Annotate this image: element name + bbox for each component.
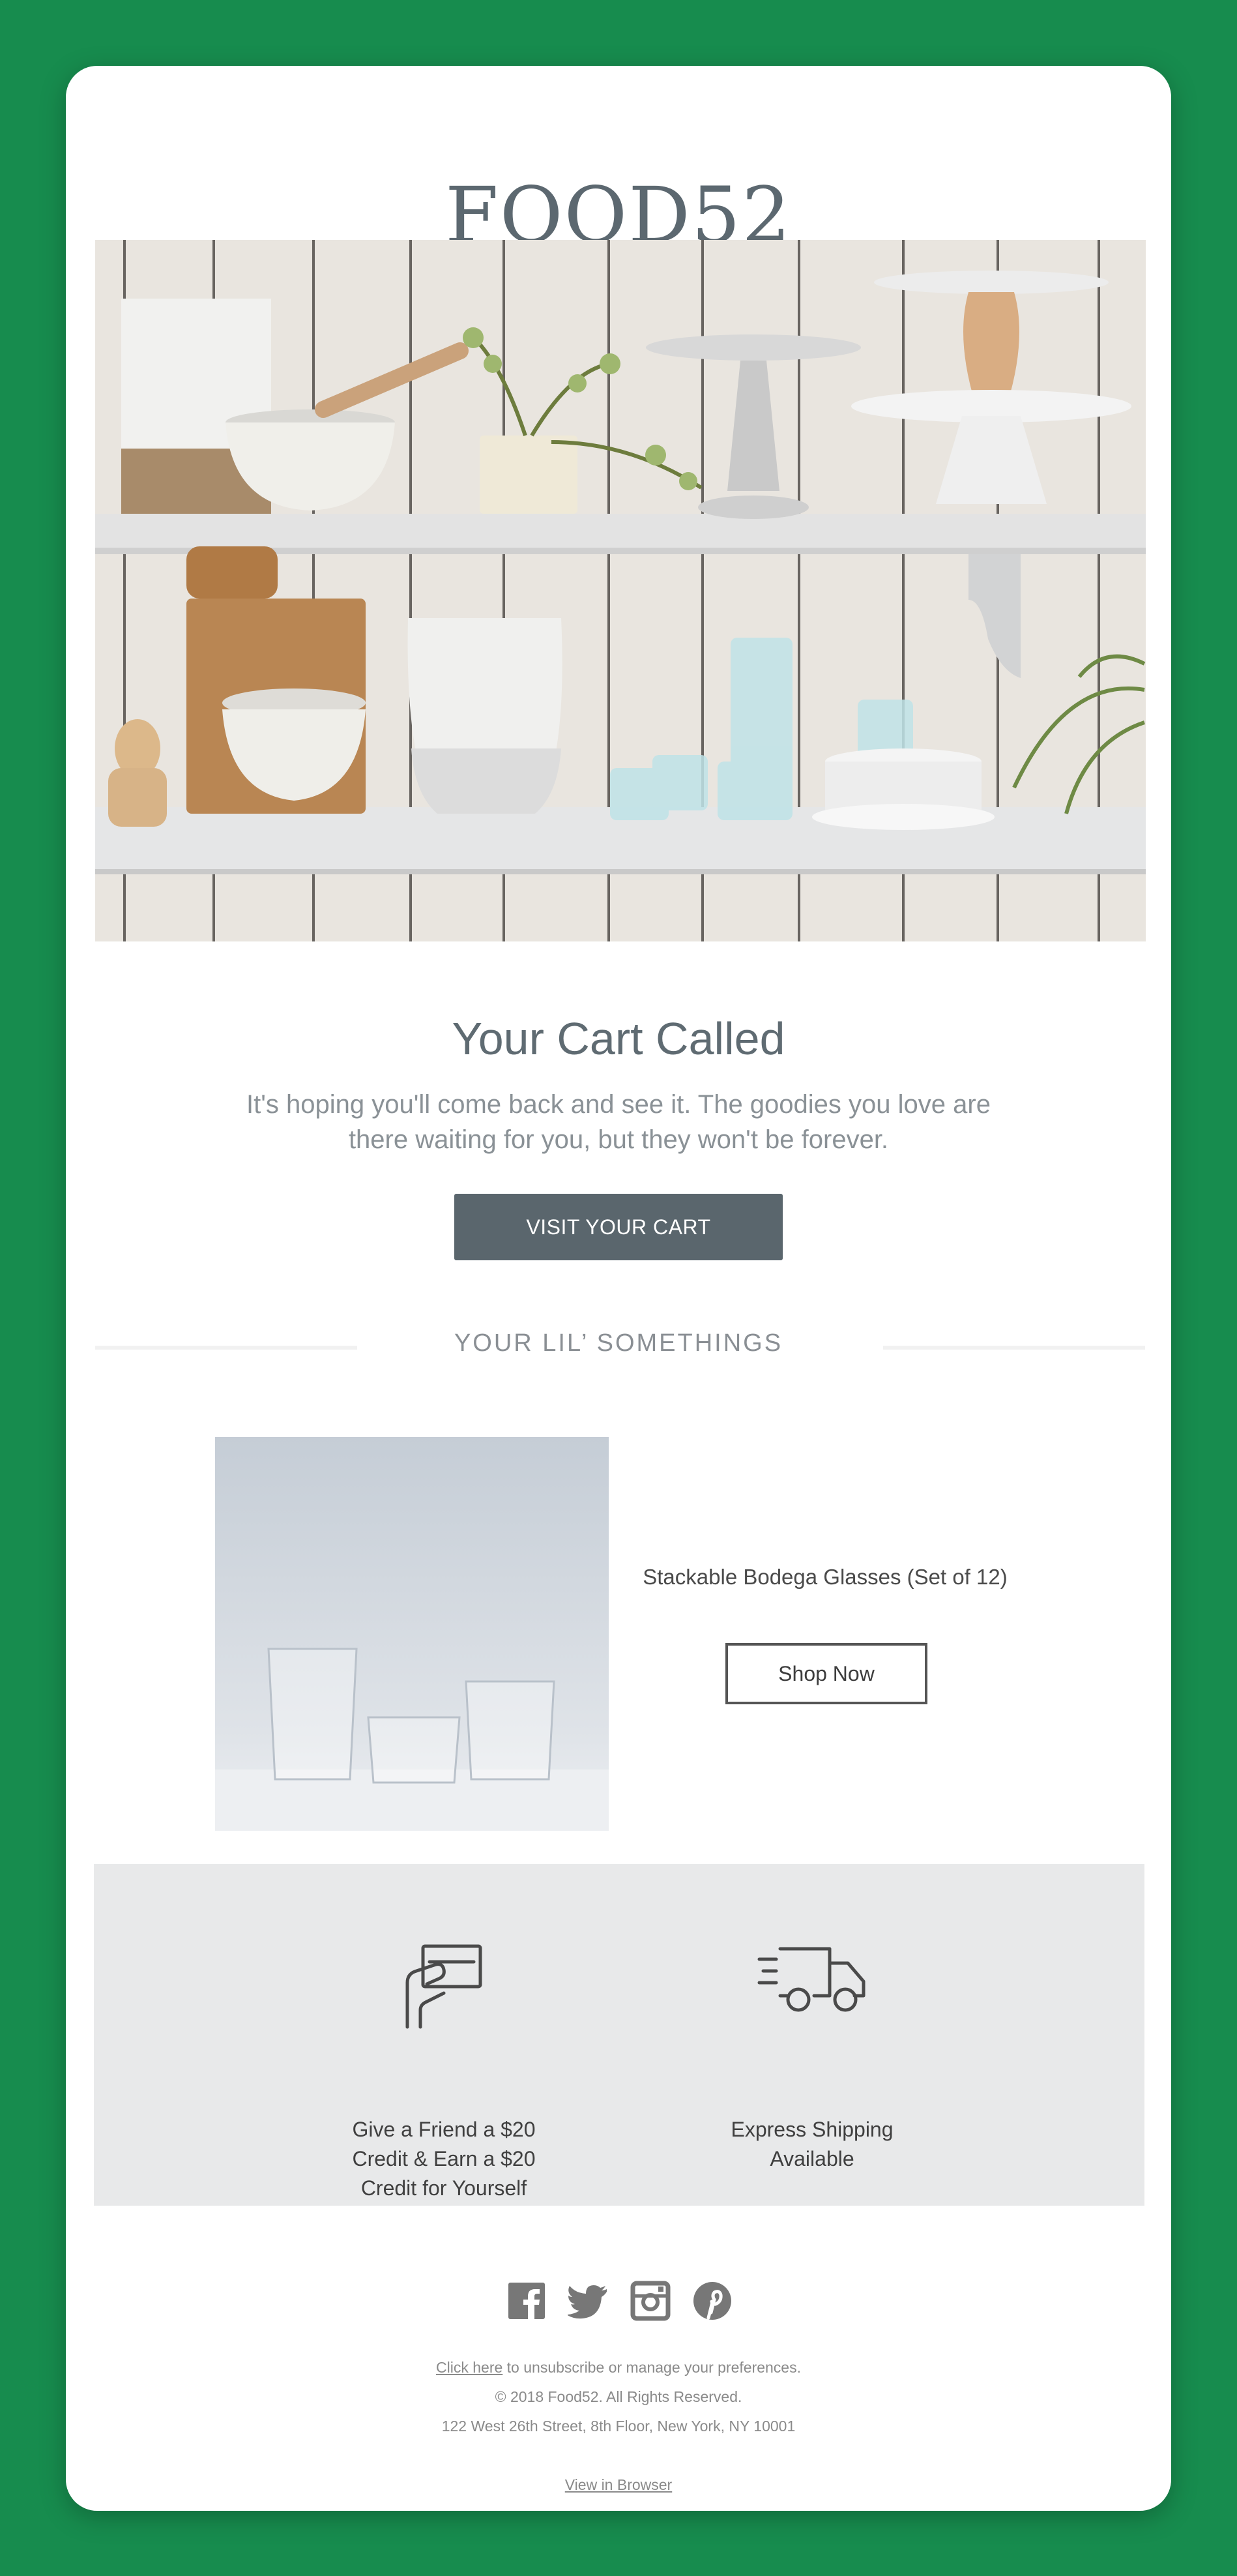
unsubscribe-text: to unsubscribe or manage your preference… (506, 2359, 801, 2376)
perks-band: Give a Friend a $20 Credit & Earn a $20 … (94, 1864, 1144, 2206)
instagram-icon[interactable] (630, 2280, 671, 2322)
copyright-text: © 2018 Food52. All Rights Reserved. (495, 2388, 742, 2405)
address-text: 122 West 26th Street, 8th Floor, New Yor… (441, 2418, 796, 2435)
referral-card-icon (405, 1944, 482, 2029)
shop-now-button[interactable]: Shop Now (725, 1643, 927, 1704)
twitter-icon[interactable] (568, 2280, 609, 2322)
pinterest-icon[interactable] (691, 2280, 733, 2322)
hero-image[interactable] (95, 240, 1146, 941)
unsubscribe-link[interactable]: Click here (436, 2359, 502, 2376)
perk-referral-text: Give a Friend a $20 Credit & Earn a $20 … (352, 2118, 536, 2200)
view-in-browser-link[interactable]: View in Browser (565, 2476, 672, 2493)
view-in-browser-line: View in Browser (66, 2476, 1171, 2494)
unsubscribe-line: Click here to unsubscribe or manage your… (66, 2359, 1171, 2376)
delivery-truck-icon (757, 1947, 866, 2012)
facebook-icon[interactable] (506, 2280, 547, 2322)
email-card: FOOD52 Your Cart Called It's hoping you'… (66, 66, 1171, 2511)
perk-shipping-text: Express Shipping Available (731, 2118, 894, 2170)
product-image[interactable] (215, 1437, 609, 1831)
section-heading: YOUR LIL’ SOMETHINGS (454, 1329, 783, 1357)
cart-subheadline: It's hoping you'll come back and see it.… (246, 1090, 991, 1154)
visit-cart-button[interactable]: VISIT YOUR CART (454, 1194, 783, 1260)
product-name[interactable]: Stackable Bodega Glasses (Set of 12) (636, 1562, 1014, 1593)
cart-headline: Your Cart Called (452, 1013, 785, 1064)
